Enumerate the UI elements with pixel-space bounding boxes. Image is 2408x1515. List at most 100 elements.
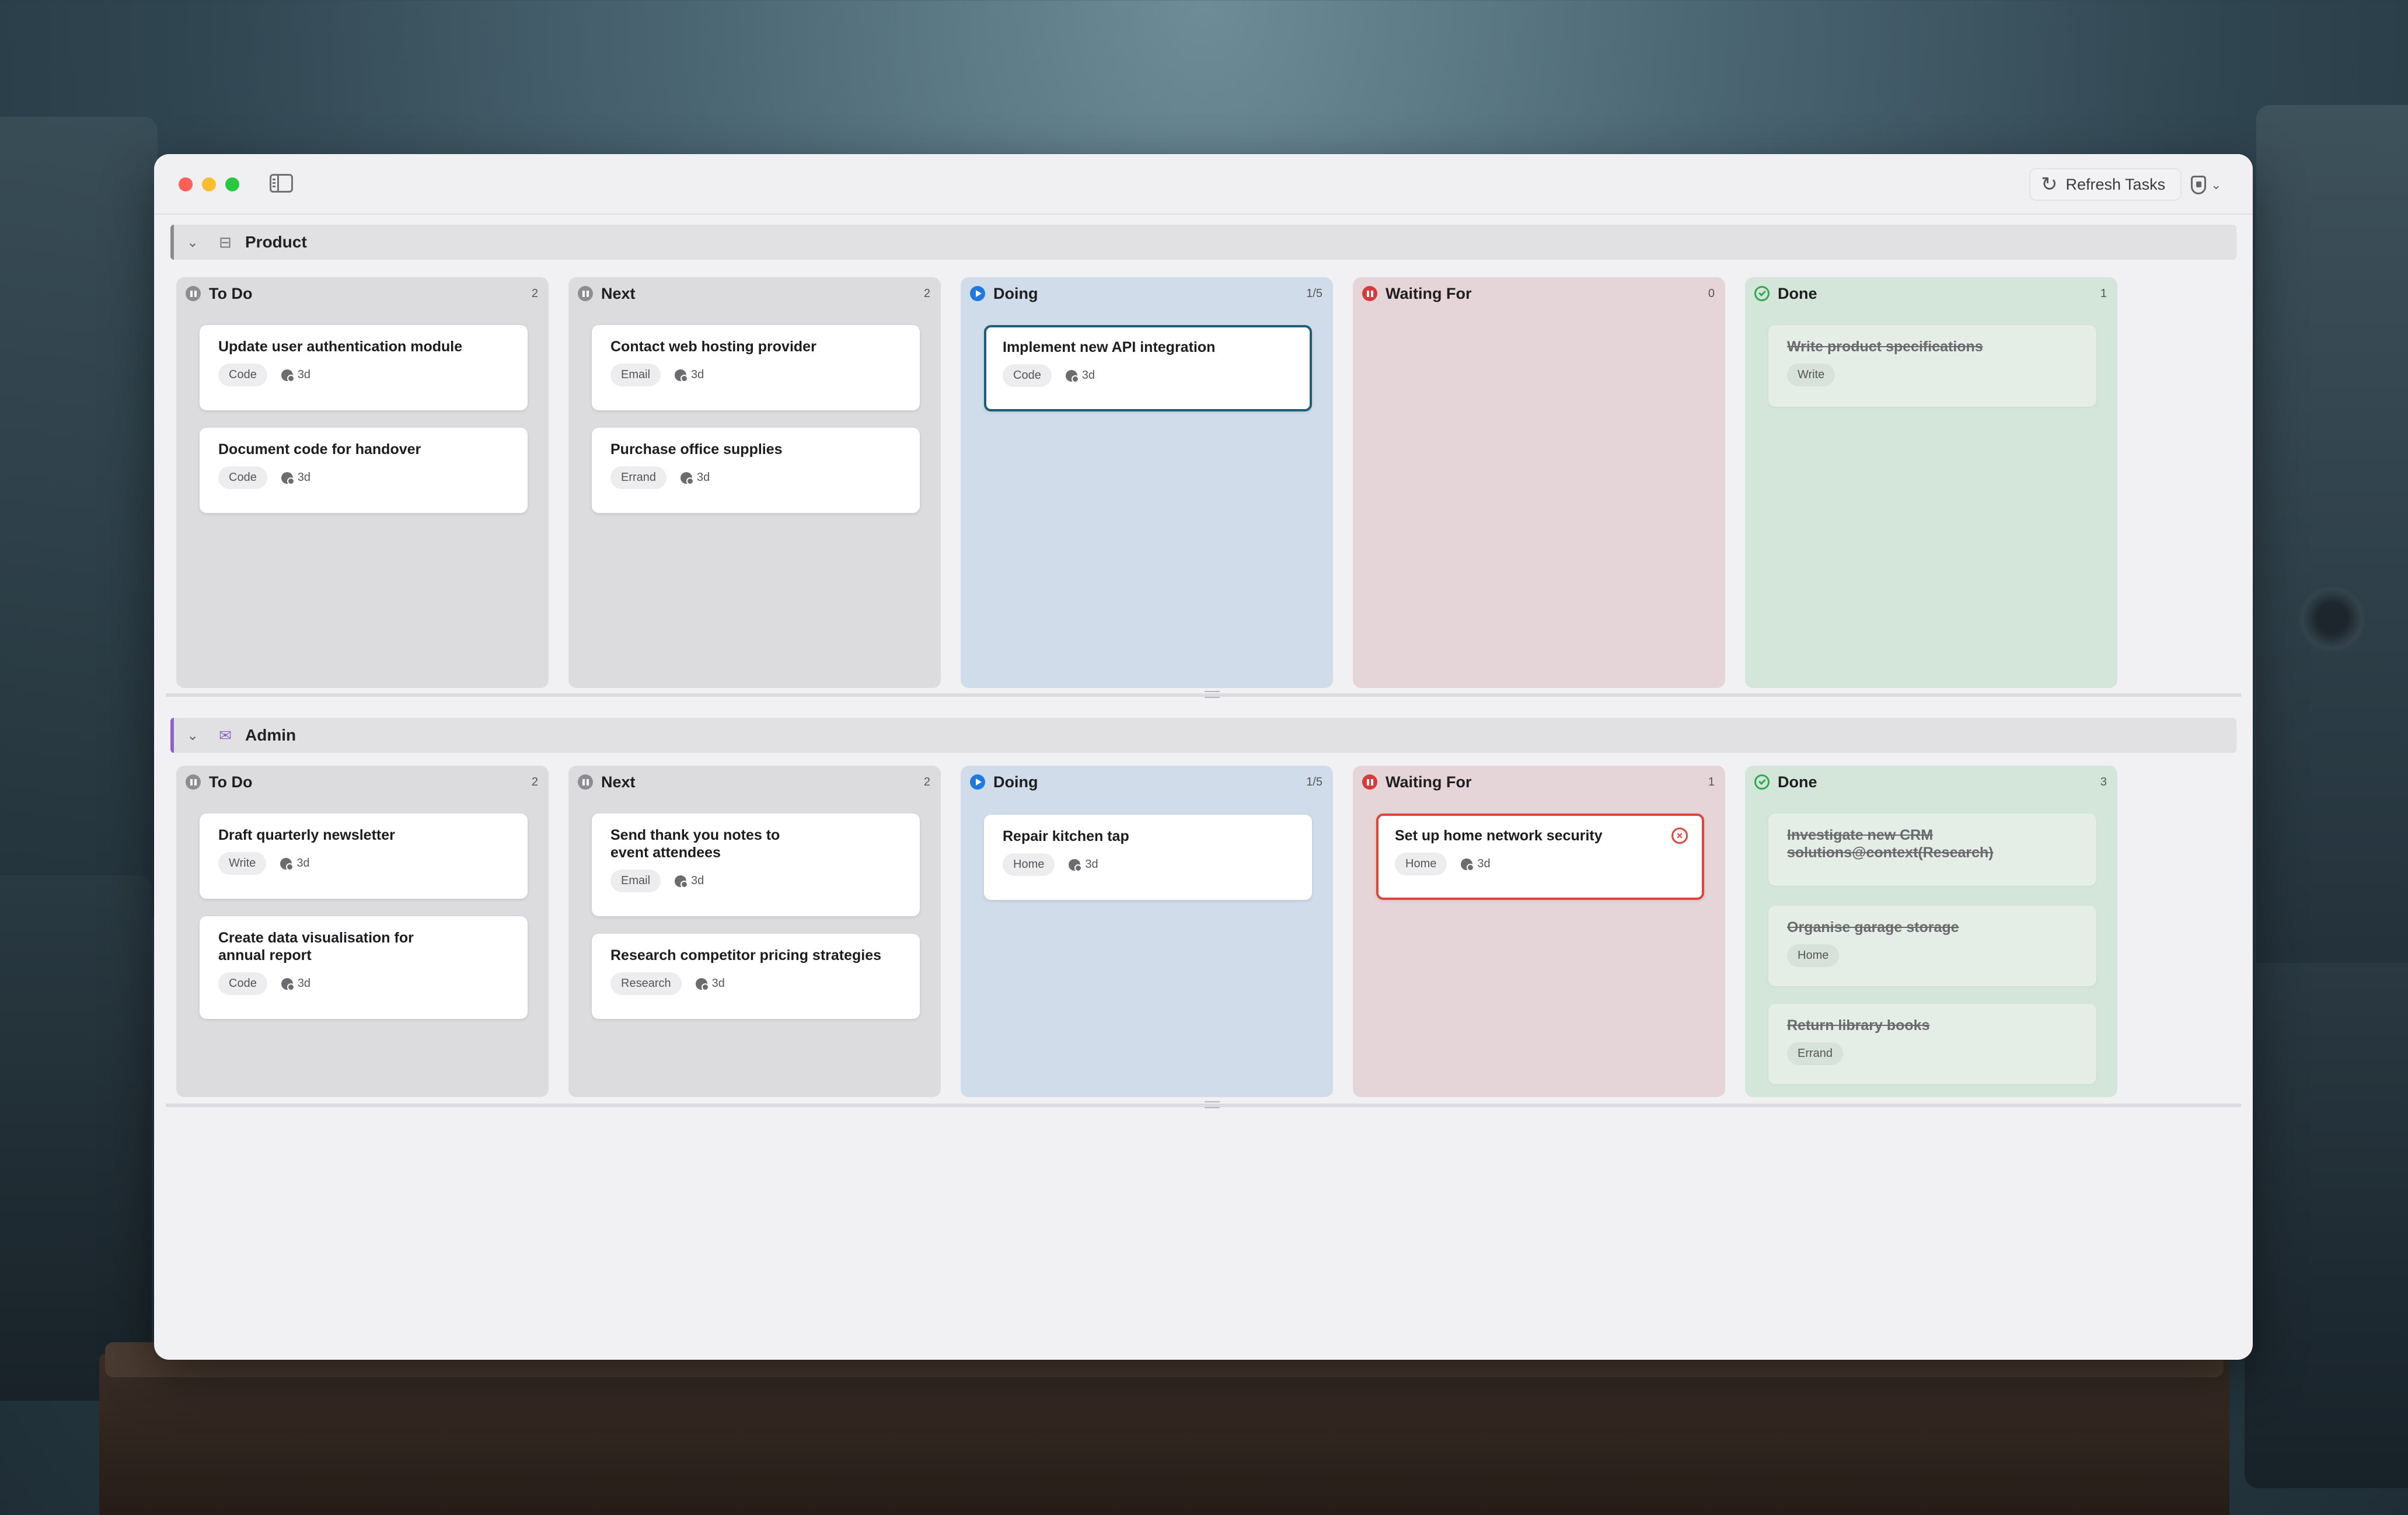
task-title: Purchase office supplies bbox=[610, 441, 783, 458]
task-age: 3d bbox=[281, 471, 310, 485]
task-title: Contact web hosting provider bbox=[610, 338, 816, 355]
column-header: Done 3 bbox=[1745, 766, 2117, 798]
age-icon bbox=[281, 978, 295, 991]
column-title: Waiting For bbox=[1386, 773, 1472, 791]
task-age: 3d bbox=[675, 874, 704, 888]
task-card[interactable]: Purchase office supplies Errand 3d bbox=[592, 428, 920, 513]
task-card[interactable]: Contact web hosting provider Email 3d bbox=[592, 325, 920, 410]
play-status-icon bbox=[970, 774, 985, 790]
column-next: Next 2 Send thank you notes to event att… bbox=[568, 766, 941, 1097]
chevron-down-icon: ⌄ bbox=[2211, 177, 2222, 192]
task-card[interactable]: Draft quarterly newsletter Write 3d bbox=[200, 814, 528, 899]
task-title: Investigate new CRM solutions@context(Re… bbox=[1787, 827, 1994, 861]
column-count: 2 bbox=[531, 287, 538, 300]
task-card-done[interactable]: Return library books Errand bbox=[1768, 1004, 2096, 1084]
task-card-done[interactable]: Write product specifications Write bbox=[1768, 325, 2096, 407]
account-menu-button[interactable]: ⌄ bbox=[2191, 170, 2221, 200]
task-card[interactable]: Send thank you notes to event attendees … bbox=[592, 814, 920, 916]
age-value: 3d bbox=[297, 368, 311, 381]
task-card-selected[interactable]: Implement new API integration Code 3d bbox=[984, 325, 1312, 411]
context-tag: Email bbox=[610, 364, 661, 386]
board-title: Product bbox=[245, 233, 307, 251]
collapse-chevron-icon[interactable]: ⌄ bbox=[187, 727, 207, 744]
context-tag: Code bbox=[1003, 364, 1052, 387]
task-age: 3d bbox=[280, 857, 310, 871]
task-card[interactable]: Update user authentication module Code 3… bbox=[200, 325, 528, 410]
column-title: Done bbox=[1778, 773, 1817, 791]
board-resize-divider[interactable] bbox=[166, 691, 2241, 698]
column-title: Done bbox=[1778, 284, 1817, 302]
task-card[interactable]: Research competitor pricing strategies R… bbox=[592, 934, 920, 1019]
column-next: Next 2 Contact web hosting provider Emai… bbox=[568, 277, 941, 688]
context-tag: Errand bbox=[610, 466, 667, 489]
column-waiting-for: Waiting For 1 Set up home network securi… bbox=[1353, 766, 1725, 1097]
close-window-button[interactable] bbox=[179, 177, 193, 191]
column-count: 0 bbox=[1708, 287, 1715, 300]
task-card-done[interactable]: Organise garage storage Home bbox=[1768, 906, 2096, 986]
board-header[interactable]: ⌄ ✉ Admin bbox=[170, 718, 2236, 753]
task-title: Update user authentication module bbox=[218, 338, 463, 355]
pause-status-icon bbox=[186, 774, 201, 790]
column-done: Done 1 Write product specifications Writ… bbox=[1745, 277, 2117, 688]
column-done: Done 3 Investigate new CRM solutions@con… bbox=[1745, 766, 2117, 1097]
column-header: Next 2 bbox=[568, 766, 941, 798]
age-icon bbox=[281, 369, 295, 382]
task-title: Set up home network security bbox=[1395, 828, 1603, 844]
column-header: Waiting For 1 bbox=[1353, 766, 1725, 798]
pause-status-icon bbox=[186, 286, 201, 301]
column-header: Doing 1/5 bbox=[961, 277, 1333, 310]
task-card[interactable]: Repair kitchen tap Home 3d bbox=[984, 815, 1312, 900]
background-table bbox=[99, 1354, 2229, 1515]
column-wip-count: 1/5 bbox=[1306, 775, 1322, 788]
column-doing: Doing 1/5 Implement new API integration … bbox=[961, 277, 1333, 688]
task-age: 3d bbox=[695, 977, 725, 991]
context-tag: Email bbox=[610, 870, 661, 892]
column-wip-count: 1/5 bbox=[1306, 287, 1322, 300]
task-age: 3d bbox=[1461, 857, 1491, 871]
refresh-tasks-button[interactable]: ↻ Refresh Tasks bbox=[2029, 168, 2182, 201]
app-window: ↻ Refresh Tasks ⌄ ⌄ ⊟ Product To Do 2 Up… bbox=[154, 154, 2253, 1360]
remove-circle-icon[interactable]: × bbox=[1671, 828, 1688, 844]
task-card-done[interactable]: Investigate new CRM solutions@context(Re… bbox=[1768, 814, 2096, 886]
age-value: 3d bbox=[1081, 369, 1095, 382]
check-status-icon bbox=[1754, 286, 1770, 301]
age-icon bbox=[695, 978, 709, 991]
sidebar-toggle-icon[interactable] bbox=[270, 174, 293, 193]
context-tag: Code bbox=[218, 466, 267, 489]
background-tv-right-lower bbox=[2245, 963, 2408, 1488]
board-columns: To Do 2 Draft quarterly newsletter Write… bbox=[176, 766, 2117, 1097]
board-resize-divider[interactable] bbox=[166, 1101, 2241, 1108]
task-card-blocked[interactable]: Set up home network security × Home 3d bbox=[1376, 814, 1704, 900]
resize-grip-icon bbox=[1205, 1101, 1220, 1108]
task-title: Send thank you notes to event attendees bbox=[610, 827, 780, 861]
task-card[interactable]: Document code for handover Code 3d bbox=[200, 428, 528, 513]
context-tag: Errand bbox=[1787, 1042, 1844, 1065]
age-value: 3d bbox=[297, 977, 311, 990]
collapse-chevron-icon[interactable]: ⌄ bbox=[187, 234, 207, 251]
column-doing: Doing 1/5 Repair kitchen tap Home 3d bbox=[961, 766, 1333, 1097]
age-icon bbox=[1065, 369, 1079, 383]
column-title: Next bbox=[601, 284, 636, 302]
context-tag: Write bbox=[218, 852, 267, 875]
age-icon bbox=[675, 875, 689, 888]
background-speaker bbox=[2297, 584, 2367, 654]
column-header: Waiting For 0 bbox=[1353, 277, 1725, 310]
task-age: 3d bbox=[281, 368, 310, 382]
inbox-icon: ✉ bbox=[219, 726, 232, 744]
minimize-window-button[interactable] bbox=[202, 177, 216, 191]
task-title: Return library books bbox=[1787, 1017, 1930, 1034]
age-value: 3d bbox=[296, 857, 310, 870]
board-header[interactable]: ⌄ ⊟ Product bbox=[170, 225, 2236, 260]
age-icon bbox=[281, 472, 295, 485]
column-title: Next bbox=[601, 773, 636, 791]
age-icon bbox=[680, 472, 695, 485]
background-tv-left-lower bbox=[0, 875, 152, 1401]
column-count: 2 bbox=[531, 775, 538, 788]
maximize-window-button[interactable] bbox=[225, 177, 239, 191]
column-waiting-for: Waiting For 0 bbox=[1353, 277, 1725, 688]
refresh-tasks-label: Refresh Tasks bbox=[2065, 175, 2166, 193]
age-icon bbox=[1461, 858, 1475, 871]
board-accent bbox=[170, 718, 174, 753]
task-card[interactable]: Create data visualisation for annual rep… bbox=[200, 916, 528, 1019]
task-age: 3d bbox=[1065, 369, 1095, 383]
